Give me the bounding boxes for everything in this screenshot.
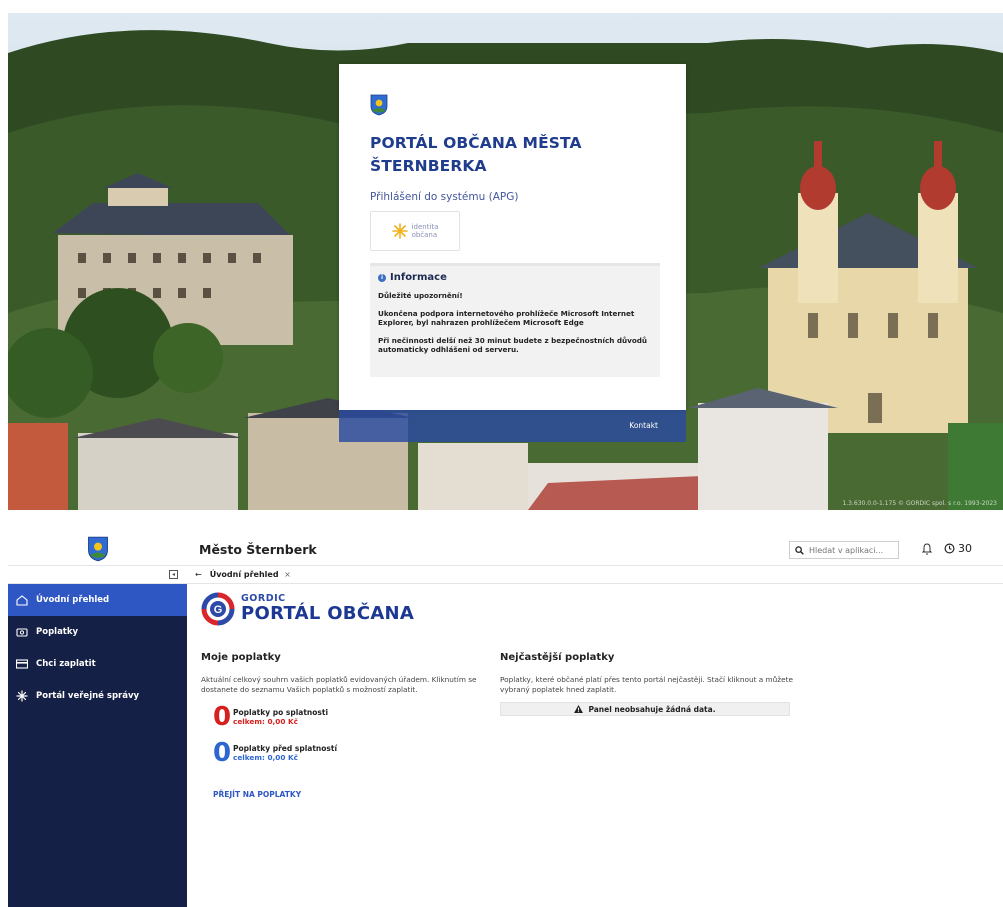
tab-uvodni-prehled[interactable]: Úvodní přehled × <box>210 570 291 579</box>
sidebar-toggle[interactable]: ◂ <box>8 566 187 584</box>
info-heading-label: Informace <box>390 272 447 283</box>
collapse-icon[interactable]: ◂ <box>169 570 178 579</box>
search-box[interactable] <box>789 541 899 559</box>
portal-icon <box>16 690 28 702</box>
fee-overdue-sum: celkem: 0,00 Kč <box>233 717 298 726</box>
identita-label-2: občana <box>411 231 438 239</box>
portal-obcana-brand: PORTÁL OBČANA <box>241 603 415 624</box>
city-crest-icon <box>87 536 108 562</box>
kontakt-link[interactable]: Kontakt <box>629 421 658 430</box>
fees-icon <box>16 627 28 637</box>
fee-overdue[interactable]: 0 Poplatky po splatnosti celkem: 0,00 Kč <box>201 704 481 730</box>
identita-label-1: identita <box>411 223 439 231</box>
sidebar-item-label: Úvodní přehled <box>36 595 110 605</box>
sidebar-item-label: Portál veřejné správy <box>36 691 140 701</box>
sidebar: ◂ Úvodní přehled Poplatky Chci zaplatit <box>8 566 187 907</box>
search-icon <box>795 545 804 555</box>
tab-bar: ← Úvodní přehled × <box>187 566 1003 584</box>
close-icon[interactable]: × <box>284 570 291 579</box>
info-heading: i Informace <box>378 272 652 283</box>
empty-panel-notice: Panel neobsahuje žádná data. <box>500 702 790 716</box>
panel-description: Aktuální celkový souhrn vašich poplatků … <box>201 675 477 694</box>
sidebar-item-uvodni-prehled[interactable]: Úvodní přehled <box>8 584 187 616</box>
copyright-text: 1.3.630.0.0-1.175 © GORDIC spol. s r.o. … <box>842 500 997 507</box>
fee-due-sum: celkem: 0,00 Kč <box>233 753 298 762</box>
app-header: Město Šternberk 30 <box>8 532 1003 566</box>
panel-description: Poplatky, které občané platí přes tento … <box>500 675 793 694</box>
sidebar-item-portal-verejne-spravy[interactable]: Portál veřejné správy <box>8 680 187 712</box>
svg-text:G: G <box>214 604 223 616</box>
fee-due-count: 0 <box>213 738 232 768</box>
gordic-logo: G GORDIC PORTÁL OBČANA <box>201 592 414 626</box>
info-icon: i <box>378 273 386 282</box>
search-input[interactable] <box>809 545 897 555</box>
login-screenshot: PORTÁL OBČANA MĚSTA ŠTERNBERKA Přihlášen… <box>8 13 1003 510</box>
panel-heading: Nejčastější poplatky <box>500 652 615 663</box>
fee-overdue-title: Poplatky po splatnosti <box>233 708 329 717</box>
info-paragraph-1: Ukončena podpora internetového prohlížeč… <box>378 308 635 328</box>
main-content: G GORDIC PORTÁL OBČANA Moje poplatky Akt… <box>187 584 1003 907</box>
header-logo[interactable] <box>8 532 187 566</box>
sidebar-item-label: Poplatky <box>36 627 79 637</box>
identita-obcana-button[interactable]: identita občana <box>370 211 460 251</box>
sidebar-item-label: Chci zaplatit <box>36 659 96 669</box>
fee-due[interactable]: 0 Poplatky před splatností celkem: 0,00 … <box>201 740 481 766</box>
login-subtitle: Přihlášení do systému (APG) <box>370 191 519 203</box>
session-timer: 30 <box>944 542 972 555</box>
login-card: PORTÁL OBČANA MĚSTA ŠTERNBERKA Přihlášen… <box>339 64 686 410</box>
goto-fees-link[interactable]: PŘEJÍT NA POPLATKY <box>213 790 481 799</box>
panel-heading: Moje poplatky <box>201 652 281 663</box>
nejcastejsi-poplatky-panel: Nejčastější poplatky Poplatky, které obč… <box>500 652 800 716</box>
home-icon <box>16 594 28 606</box>
fee-overdue-count: 0 <box>213 702 232 732</box>
sidebar-item-chci-zaplatit[interactable]: Chci zaplatit <box>8 648 187 680</box>
city-crest-icon <box>370 94 388 116</box>
info-box: i Informace Důležité upozornění! Ukončen… <box>370 263 660 377</box>
timer-value: 30 <box>958 542 972 555</box>
app-screenshot: Město Šternberk 30 ◂ Ú <box>8 532 1003 907</box>
clock-icon <box>944 543 955 554</box>
login-footer-band: Kontakt <box>339 410 686 442</box>
fee-due-title: Poplatky před splatností <box>233 744 338 753</box>
identita-star-icon <box>391 223 408 239</box>
info-important: Důležité upozornění! <box>378 291 463 300</box>
sidebar-item-poplatky[interactable]: Poplatky <box>8 616 187 648</box>
app-title: Město Šternberk <box>199 542 317 557</box>
info-paragraph-2: Při nečinnosti delší než 30 minut budete… <box>378 335 648 355</box>
back-arrow-icon[interactable]: ← <box>195 570 202 579</box>
tab-label: Úvodní přehled <box>209 570 279 579</box>
empty-panel-text: Panel neobsahuje žádná data. <box>588 704 716 714</box>
gordic-logo-icon: G <box>201 592 235 626</box>
moje-poplatky-panel: Moje poplatky Aktuální celkový souhrn va… <box>201 652 481 799</box>
login-title: PORTÁL OBČANA MĚSTA ŠTERNBERKA <box>370 134 582 175</box>
bell-icon[interactable] <box>922 543 932 555</box>
warning-icon <box>574 705 584 713</box>
card-icon <box>16 659 28 669</box>
